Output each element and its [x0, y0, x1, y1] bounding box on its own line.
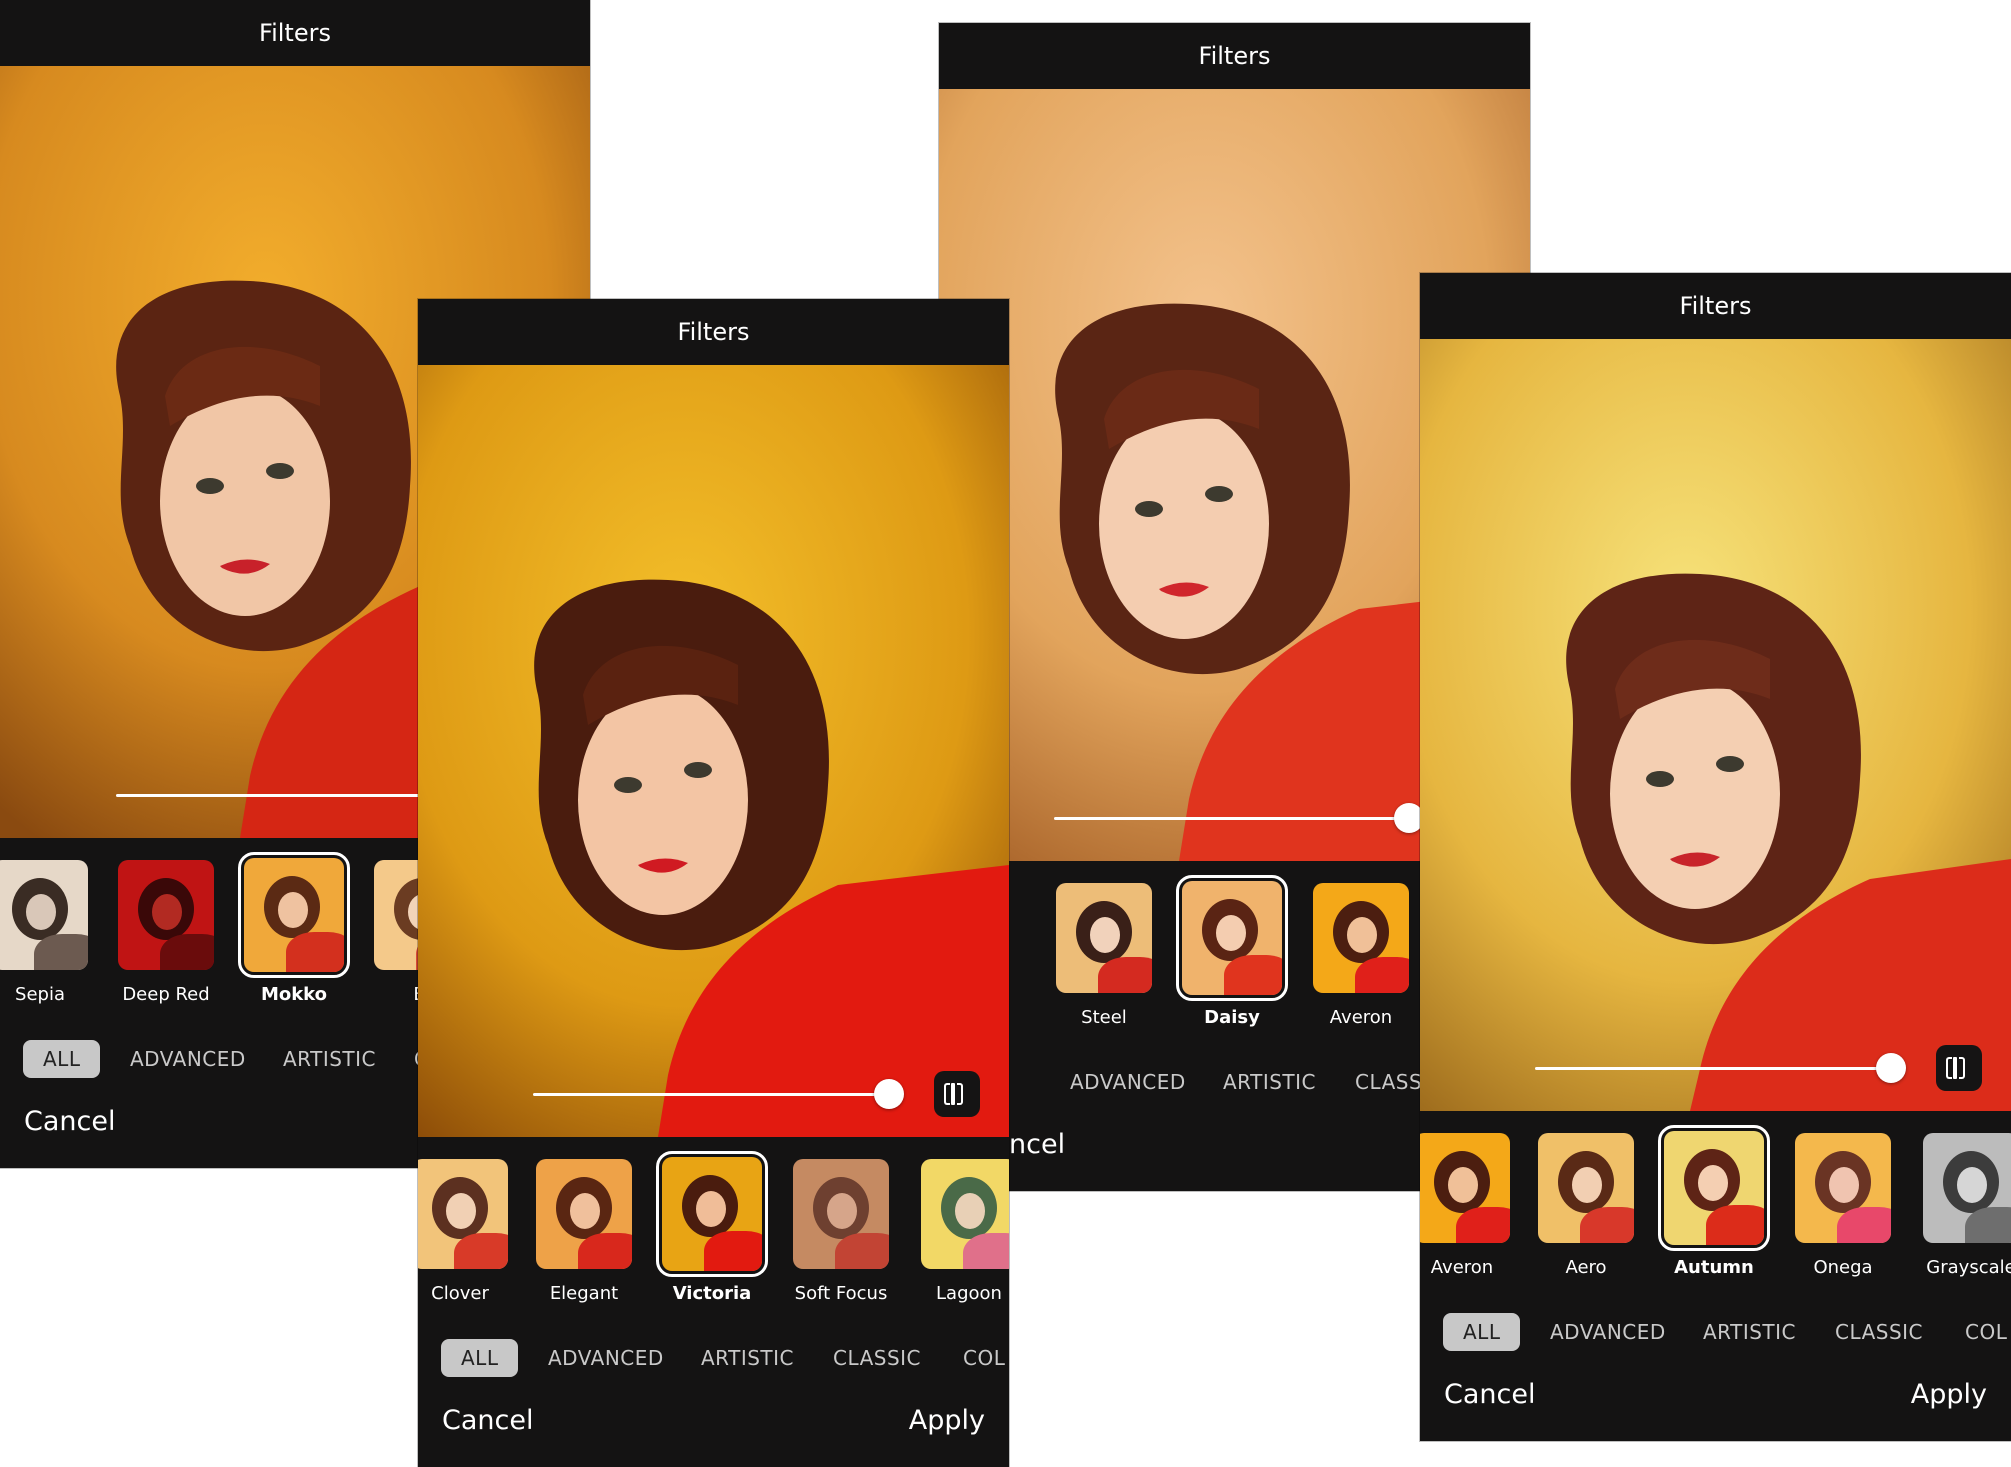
filter-label: Sepia — [15, 984, 65, 1005]
filter-sepia[interactable]: Sepia — [0, 854, 94, 1005]
filter-panel: Averon Aero Autumn Onega Grayscale ALL A… — [1420, 1111, 2011, 1441]
header-bar: Filters — [418, 299, 1009, 365]
filter-label: Aero — [1565, 1257, 1607, 1278]
intensity-slider-knob[interactable] — [874, 1079, 904, 1109]
cancel-button[interactable]: Cancel — [1444, 1379, 1535, 1410]
filter-panel: Clover Elegant Victoria Soft Focus Lagoo… — [418, 1137, 1009, 1467]
tab-artistic[interactable]: ARTISTIC — [701, 1339, 794, 1377]
filter-label: Soft Focus — [794, 1283, 888, 1304]
filter-clover[interactable]: Clover — [418, 1153, 514, 1304]
page-title: Filters — [1679, 292, 1752, 320]
intensity-slider[interactable] — [1535, 1067, 1895, 1070]
filter-label: Elegant — [549, 1283, 619, 1304]
tab-all[interactable]: ALL — [1443, 1313, 1521, 1351]
compare-button[interactable] — [934, 1071, 980, 1117]
tab-classic[interactable]: CLASSI — [1355, 1063, 1429, 1101]
filter-label: Steel — [1081, 1007, 1127, 1028]
filter-onega[interactable]: Onega — [1789, 1127, 1897, 1278]
filter-grayscale[interactable]: Grayscale — [1917, 1127, 2011, 1278]
tab-all[interactable]: ALL — [441, 1339, 519, 1377]
tab-classic[interactable]: CLASSIC — [833, 1339, 921, 1377]
cancel-button[interactable]: Cancel — [24, 1106, 115, 1137]
filter-averon[interactable]: Averon — [1307, 877, 1415, 1028]
cancel-button[interactable]: Cancel — [442, 1405, 533, 1436]
filter-label: Victoria — [672, 1283, 752, 1304]
tab-advanced[interactable]: ADVANCED — [548, 1339, 664, 1377]
tab-advanced[interactable]: ADVANCED — [1070, 1063, 1186, 1101]
apply-button[interactable]: Apply — [909, 1405, 985, 1436]
phone-screen-victoria: Filters Clover Elegant Victoria Soft Foc… — [418, 299, 1009, 1467]
tab-all[interactable]: ALL — [23, 1040, 101, 1078]
filter-autumn[interactable]: Autumn — [1658, 1125, 1770, 1278]
portrait-image — [418, 365, 1009, 1137]
intensity-slider[interactable] — [533, 1093, 893, 1096]
filter-deep-red[interactable]: Deep Red — [112, 854, 220, 1005]
header-bar: Filters — [1420, 273, 2011, 339]
tab-advanced[interactable]: ADVANCED — [130, 1040, 246, 1078]
header-bar: Filters — [939, 23, 1530, 89]
filter-steel[interactable]: Steel — [1050, 877, 1158, 1028]
tab-color[interactable]: COL — [963, 1339, 1005, 1377]
filter-daisy[interactable]: Daisy — [1176, 875, 1288, 1028]
compare-icon — [944, 1083, 950, 1105]
tab-artistic[interactable]: ARTISTIC — [283, 1040, 376, 1078]
compare-button[interactable] — [1936, 1045, 1982, 1091]
portrait-image — [1420, 339, 2011, 1111]
tab-classic[interactable]: CLASSIC — [1835, 1313, 1923, 1351]
filter-lagoon[interactable]: Lagoon — [915, 1153, 1009, 1304]
category-tabs: ALL ADVANCED ARTISTIC CLASSIC COL — [418, 1339, 1009, 1379]
filter-label: Averon — [1329, 1007, 1393, 1028]
tab-artistic[interactable]: ARTISTIC — [1223, 1063, 1316, 1101]
photo-preview — [418, 365, 1009, 1137]
filter-mokko[interactable]: Mokko — [238, 852, 350, 1005]
header-bar: Filters — [0, 0, 590, 66]
tab-artistic[interactable]: ARTISTIC — [1703, 1313, 1796, 1351]
filter-label: Averon — [1430, 1257, 1494, 1278]
apply-button[interactable]: Apply — [1911, 1379, 1987, 1410]
filter-label: Grayscale — [1926, 1257, 2011, 1278]
tab-color[interactable]: COL — [1965, 1313, 2007, 1351]
filter-elegant[interactable]: Elegant — [530, 1153, 638, 1304]
page-title: Filters — [259, 19, 331, 47]
cancel-button[interactable]: ncel — [1009, 1129, 1065, 1160]
page-title: Filters — [1198, 42, 1271, 70]
photo-preview — [1420, 339, 2011, 1111]
category-tabs: ALL ADVANCED ARTISTIC CLASSIC COL — [1420, 1313, 2011, 1353]
filter-label: Lagoon — [936, 1283, 1002, 1304]
filter-label: Daisy — [1204, 1007, 1260, 1028]
phone-screen-autumn: Filters Averon Aero Autumn Onega Graysca… — [1420, 273, 2011, 1441]
page-title: Filters — [677, 318, 750, 346]
filter-label: Deep Red — [122, 984, 210, 1005]
tab-advanced[interactable]: ADVANCED — [1550, 1313, 1666, 1351]
compare-icon — [1946, 1057, 1952, 1079]
intensity-slider-knob[interactable] — [1876, 1053, 1906, 1083]
filter-soft-focus[interactable]: Soft Focus — [787, 1153, 895, 1304]
filter-averon[interactable]: Averon — [1420, 1127, 1516, 1278]
filter-label: Autumn — [1674, 1257, 1754, 1278]
filter-aero[interactable]: Aero — [1532, 1127, 1640, 1278]
filter-victoria[interactable]: Victoria — [656, 1151, 768, 1304]
filter-label: Onega — [1813, 1257, 1873, 1278]
filter-label: Mokko — [260, 984, 328, 1005]
filter-label: Clover — [431, 1283, 489, 1304]
